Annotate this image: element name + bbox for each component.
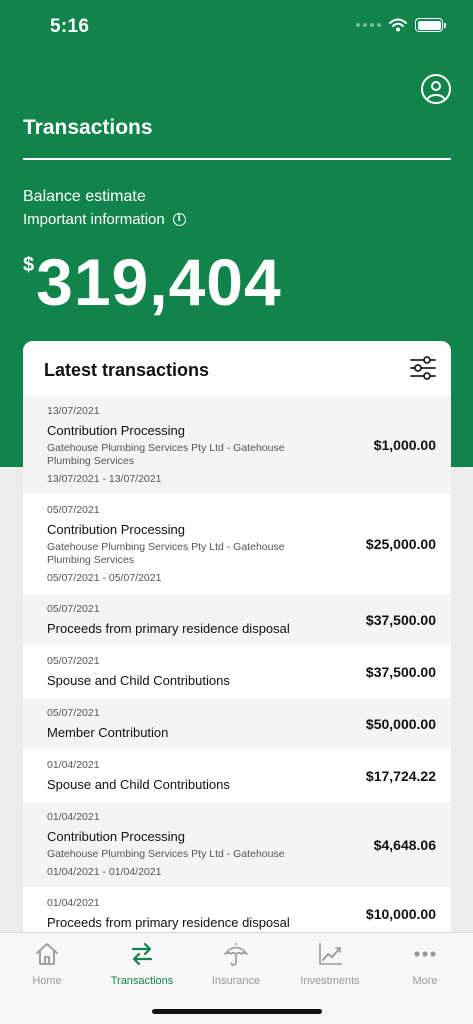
status-time: 5:16: [50, 16, 90, 37]
transaction-description: Gatehouse Plumbing Services Pty Ltd - Ga…: [47, 442, 285, 467]
important-information-link[interactable]: Important information i: [23, 211, 186, 228]
latest-transactions-card: Latest transactions 13/07/2021 Contribut…: [23, 341, 451, 961]
transaction-date: 05/07/2021: [47, 504, 100, 516]
status-icons: [356, 18, 446, 32]
transaction-description: Gatehouse Plumbing Services Pty Ltd - Ga…: [47, 848, 285, 860]
transaction-amount: $17,724.22: [365, 767, 436, 784]
transfer-arrows-icon: [131, 942, 153, 966]
transaction-title: Contribution Processing: [47, 423, 186, 438]
tab-insurance[interactable]: Insurance: [189, 941, 283, 987]
transaction-amount: $37,500.00: [365, 663, 436, 680]
transaction-amount: $25,000.00: [365, 536, 436, 552]
balance-currency: $: [23, 254, 35, 276]
tab-home-label: Home: [32, 975, 62, 987]
transaction-date-range: 05/07/2021 - 05/07/2021: [47, 572, 162, 584]
card-title: Latest transactions: [44, 360, 210, 380]
user-icon-head: [431, 81, 441, 91]
transaction-row[interactable]: 05/07/2021 Proceeds from primary residen…: [23, 594, 451, 646]
chart-line-icon: [319, 943, 342, 965]
transaction-amount: $1,000.00: [373, 437, 436, 453]
battery-icon: [415, 18, 446, 32]
filter-sliders-icon[interactable]: [410, 355, 436, 381]
status-bar: 5:16: [0, 0, 473, 54]
tab-insurance-label: Insurance: [211, 975, 261, 987]
transaction-amount: $4,648.06: [373, 836, 436, 853]
tab-more[interactable]: More: [378, 941, 472, 987]
umbrella-icon: [224, 943, 248, 966]
transaction-row[interactable]: 05/07/2021 Spouse and Child Contribution…: [23, 646, 451, 698]
transaction-date: 13/07/2021: [47, 405, 100, 417]
transaction-title: Contribution Processing: [47, 829, 186, 844]
transaction-row[interactable]: 13/07/2021 Contribution Processing Gateh…: [23, 396, 451, 495]
page-title: Transactions: [23, 116, 153, 139]
home-indicator: [152, 1009, 322, 1014]
transaction-row[interactable]: 01/04/2021 Contribution Processing Gateh…: [23, 802, 451, 888]
transaction-row[interactable]: 05/07/2021 Member Contribution $50,000.0…: [23, 698, 451, 750]
transaction-amount: $37,500.00: [365, 611, 436, 628]
profile-button[interactable]: [421, 74, 451, 104]
transaction-amount: $10,000.00: [365, 905, 436, 922]
transaction-description: Gatehouse Plumbing Services Pty Ltd - Ga…: [47, 541, 285, 566]
balance-amount: 319,404: [36, 245, 282, 319]
tab-more-label: More: [412, 975, 438, 987]
tab-investments-label: Investments: [300, 975, 360, 987]
transaction-date: 01/04/2021: [47, 811, 100, 823]
transaction-row[interactable]: 01/04/2021 Spouse and Child Contribution…: [23, 750, 451, 802]
transaction-title: Contribution Processing: [47, 522, 186, 537]
transaction-date-range: 01/04/2021 - 01/04/2021: [47, 866, 162, 878]
tab-transactions[interactable]: Transactions: [95, 941, 189, 987]
tab-home[interactable]: Home: [0, 941, 94, 987]
transaction-amount: $50,000.00: [365, 715, 436, 732]
important-information-label: Important information: [23, 211, 165, 228]
transaction-row[interactable]: 05/07/2021 Contribution Processing Gateh…: [23, 495, 451, 594]
wifi-icon: [389, 18, 407, 32]
card-header: Latest transactions: [23, 341, 451, 396]
tab-transactions-label: Transactions: [110, 975, 174, 987]
title-divider: [23, 158, 451, 160]
balance-display: $ 319,404: [23, 244, 282, 320]
balance-label: Balance estimate: [23, 188, 146, 205]
transaction-date-range: 13/07/2021 - 13/07/2021: [47, 473, 162, 485]
cellular-signal-icon: [356, 23, 381, 27]
tab-investments[interactable]: Investments: [283, 941, 377, 987]
home-icon: [36, 943, 58, 965]
transaction-list: 13/07/2021 Contribution Processing Gateh…: [23, 396, 451, 940]
more-dots-icon: [414, 951, 436, 957]
info-icon[interactable]: i: [172, 213, 186, 226]
